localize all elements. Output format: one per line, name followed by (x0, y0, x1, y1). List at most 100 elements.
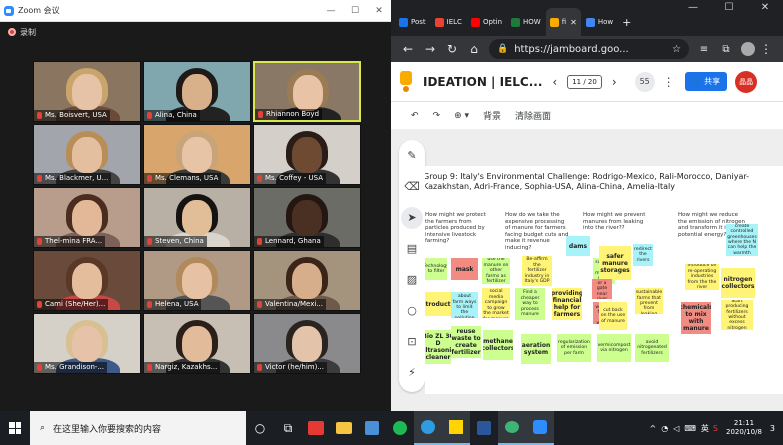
participant-tile[interactable]: Ms. Boisvert, USA (33, 61, 141, 122)
reload-icon[interactable]: ↻ (441, 42, 463, 56)
menu-icon[interactable]: ⋮ (755, 42, 777, 56)
text-box-icon[interactable]: ⊡ (399, 326, 425, 357)
app-icon-red[interactable] (302, 411, 330, 445)
spotify-icon[interactable] (386, 411, 414, 445)
sticky-note[interactable]: safer manure storages (599, 246, 631, 280)
sticky-notes-icon[interactable] (442, 411, 470, 445)
sticky-note[interactable]: providing financial help for farmers (552, 288, 582, 320)
cortana-icon[interactable]: ○ (246, 411, 274, 445)
sticky-note[interactable]: introduce on re-operating industries fro… (685, 264, 719, 290)
tab-how-2[interactable]: How (582, 8, 617, 36)
maximize-icon[interactable]: ☐ (343, 6, 367, 16)
board-title[interactable]: Group 9: Italy's Environmental Challenge… (425, 172, 753, 192)
eraser-icon[interactable]: ⌫ (399, 171, 425, 202)
frame-pager[interactable]: 11 / 20 (567, 74, 602, 89)
close-icon[interactable]: ✕ (747, 2, 783, 13)
redo-icon[interactable]: ↷ (433, 111, 441, 121)
tab-jamboard-active[interactable]: fi ✕ (545, 8, 581, 36)
sticky-note[interactable]: a dam or a gate near river (592, 279, 612, 299)
new-tab-button[interactable]: + (618, 8, 635, 36)
sticky-note[interactable]: avoid nitrogenated fertilizers (635, 334, 669, 362)
wechat-icon[interactable] (498, 411, 526, 445)
word-icon[interactable] (470, 411, 498, 445)
recording-indicator[interactable]: 录制 (0, 22, 391, 42)
forward-icon[interactable]: → (419, 42, 441, 56)
participant-tile[interactable]: Alina, China (143, 61, 251, 122)
sticky-note[interactable]: Technology to filter (425, 258, 447, 280)
maximize-icon[interactable]: ☐ (711, 2, 747, 13)
antivirus-icon[interactable]: S (713, 424, 718, 433)
sticky-note[interactable]: Find a cheaper way to process manure (515, 288, 545, 320)
sticky-note[interactable]: dams (566, 236, 590, 256)
sticky-note[interactable]: Start producing fertilizers without exce… (721, 300, 753, 330)
sticky-note[interactable]: chemicals to mix with manure (681, 302, 711, 334)
sticky-note[interactable]: Make sustainable farms that prevent from… (635, 288, 663, 314)
sticky-note[interactable]: nitrogen collectors (721, 268, 755, 298)
question-text[interactable]: How might we protect the farmers from pa… (425, 212, 495, 245)
participant-tile[interactable]: Ms. Clemans, USA (143, 124, 251, 185)
question-text[interactable]: How might we prevent manures from leakin… (583, 212, 653, 232)
participant-tile[interactable]: Victor (he/him)... (253, 313, 361, 374)
select-icon[interactable]: ➤ (399, 202, 425, 233)
sticky-note[interactable]: reuse waste to create fertilizer (451, 326, 481, 358)
pen-icon[interactable]: ✎ (399, 140, 425, 171)
participant-tile[interactable]: Thel-mina FRA... (33, 187, 141, 248)
tab-how[interactable]: HOW (507, 8, 545, 36)
prev-frame-icon[interactable]: ‹ (552, 75, 557, 89)
close-icon[interactable]: ✕ (367, 6, 391, 16)
profile-avatar[interactable] (741, 42, 755, 56)
participant-tile[interactable]: Ms. Coffey - USA (253, 124, 361, 185)
zoom-icon[interactable]: ⊕ ▾ (454, 111, 469, 121)
participant-tile[interactable]: Cami (She/Her)... (33, 250, 141, 311)
participant-tile[interactable]: Ms. Grandison-... (33, 313, 141, 374)
taskbar-search[interactable]: ⌕ 在这里输入你要搜索的内容 (30, 411, 246, 445)
share-button[interactable]: 👤 共享 (684, 72, 728, 91)
bookmark-star-icon[interactable]: ☆ (672, 44, 681, 55)
zoom-taskbar-icon[interactable] (526, 411, 554, 445)
more-options-icon[interactable]: ⋮ (663, 75, 675, 89)
minimize-icon[interactable]: — (675, 2, 711, 13)
close-tab-icon[interactable]: ✕ (570, 18, 577, 27)
back-icon[interactable]: ← (397, 42, 419, 56)
notification-badge[interactable]: 3 (770, 424, 775, 433)
viewer-count[interactable]: 55 (634, 71, 655, 92)
file-explorer-icon[interactable] (330, 411, 358, 445)
task-view-icon[interactable]: ⧉ (274, 411, 302, 445)
reading-list-icon[interactable]: ≡ (693, 44, 715, 55)
participant-tile[interactable]: Lennard, Ghana (253, 187, 361, 248)
laser-icon[interactable]: ⚡ (399, 357, 425, 388)
clock[interactable]: 21:11 2020/10/8 (726, 419, 762, 437)
sticky-note[interactable]: Bio ZL 30 D ultrasonic cleaner (425, 330, 451, 364)
sticky-note[interactable]: methane collectors (483, 330, 513, 360)
jam-title[interactable]: IDEATION | IELC... (423, 75, 542, 89)
volume-icon[interactable]: ◁ (673, 424, 679, 433)
extensions-icon[interactable]: ⧉ (715, 44, 737, 55)
background-button[interactable]: 背景 (483, 109, 501, 122)
next-frame-icon[interactable]: › (612, 75, 617, 89)
sticky-note[interactable]: Create a social media campaign to grow t… (482, 288, 510, 318)
sticky-note[interactable]: Make rules about farm ways to limit the … (451, 292, 478, 318)
participant-tile[interactable]: Nargiz, Kazakhs... (143, 313, 251, 374)
sticky-note[interactable]: mask (451, 258, 478, 280)
question-text[interactable]: How do we take the expensive processing … (505, 212, 571, 251)
sticky-note[interactable]: create controlled greenhouses where the … (726, 224, 758, 256)
tab-ielc[interactable]: IELC (431, 8, 466, 36)
sticky-note[interactable]: cut back on the use of manure (599, 302, 627, 330)
sticky-note[interactable]: use the manure on other farms as fertili… (482, 258, 510, 284)
tab-youtube[interactable]: Optin (467, 8, 506, 36)
sticky-note[interactable]: vermicompost via nitrogen (597, 334, 631, 362)
circle-icon[interactable]: ○ (399, 295, 425, 326)
clear-frame-button[interactable]: 清除画面 (515, 109, 551, 122)
minimize-icon[interactable]: — (319, 6, 343, 16)
home-icon[interactable]: ⌂ (463, 42, 485, 56)
participant-tile[interactable]: Helena, USA (143, 250, 251, 311)
sticky-note[interactable]: redirect the rivers (633, 244, 653, 266)
tray-expand-icon[interactable]: ^ (650, 424, 657, 433)
input-language[interactable]: 英 (701, 423, 709, 434)
sticky-note-icon[interactable]: ▤ (399, 233, 425, 264)
sticky-note[interactable]: Be-affirm the fertilizer industry in Ita… (522, 256, 552, 286)
sticky-note[interactable]: regularization of emission per farm (557, 334, 591, 362)
start-button[interactable] (0, 422, 30, 434)
undo-icon[interactable]: ↶ (411, 111, 419, 121)
participant-tile[interactable]: Rhiannon Boyd (253, 61, 361, 122)
